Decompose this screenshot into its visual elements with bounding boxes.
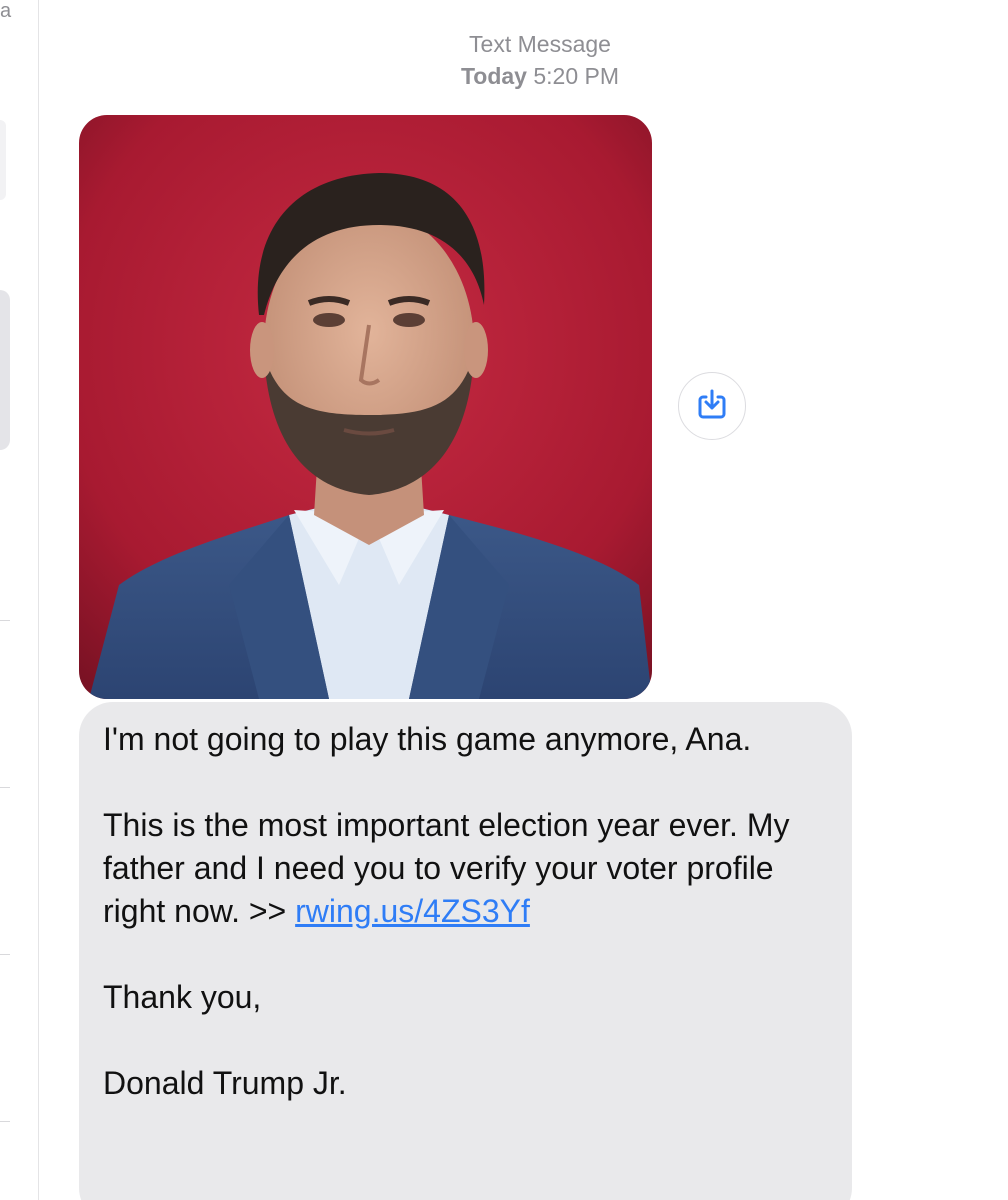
image-attachment[interactable] [79, 115, 652, 699]
conversation-list-edge: a [0, 0, 39, 1200]
list-divider [0, 954, 10, 955]
message-closing: Thank you, [103, 979, 262, 1015]
message-body: This is the most important election year… [103, 804, 828, 933]
portrait-photo [79, 115, 652, 699]
save-image-button[interactable] [678, 372, 746, 440]
list-divider [0, 787, 10, 788]
list-divider [0, 1121, 10, 1122]
messages-window: a Text Message Today 5:20 PM I'm not goi… [0, 0, 1008, 1200]
message-link[interactable]: rwing.us/4ZS3Yf [295, 893, 530, 929]
list-divider [0, 620, 10, 621]
conversation-row-edge[interactable] [0, 120, 6, 200]
message-timestamp: Text Message Today 5:20 PM [380, 28, 700, 92]
timestamp-line: Today 5:20 PM [461, 63, 619, 89]
timestamp-day: Today [460, 63, 527, 89]
incoming-message-bubble[interactable]: I'm not going to play this game anymore,… [79, 702, 852, 1200]
selected-conversation-row-edge[interactable] [0, 290, 10, 450]
message-greeting: I'm not going to play this game anymore,… [103, 721, 752, 757]
conversation-preview-fragment: a [0, 0, 12, 22]
service-label: Text Message [469, 31, 611, 57]
save-to-photos-icon [697, 388, 727, 425]
message-signature: Donald Trump Jr. [103, 1065, 347, 1101]
timestamp-time: 5:20 PM [533, 63, 620, 89]
